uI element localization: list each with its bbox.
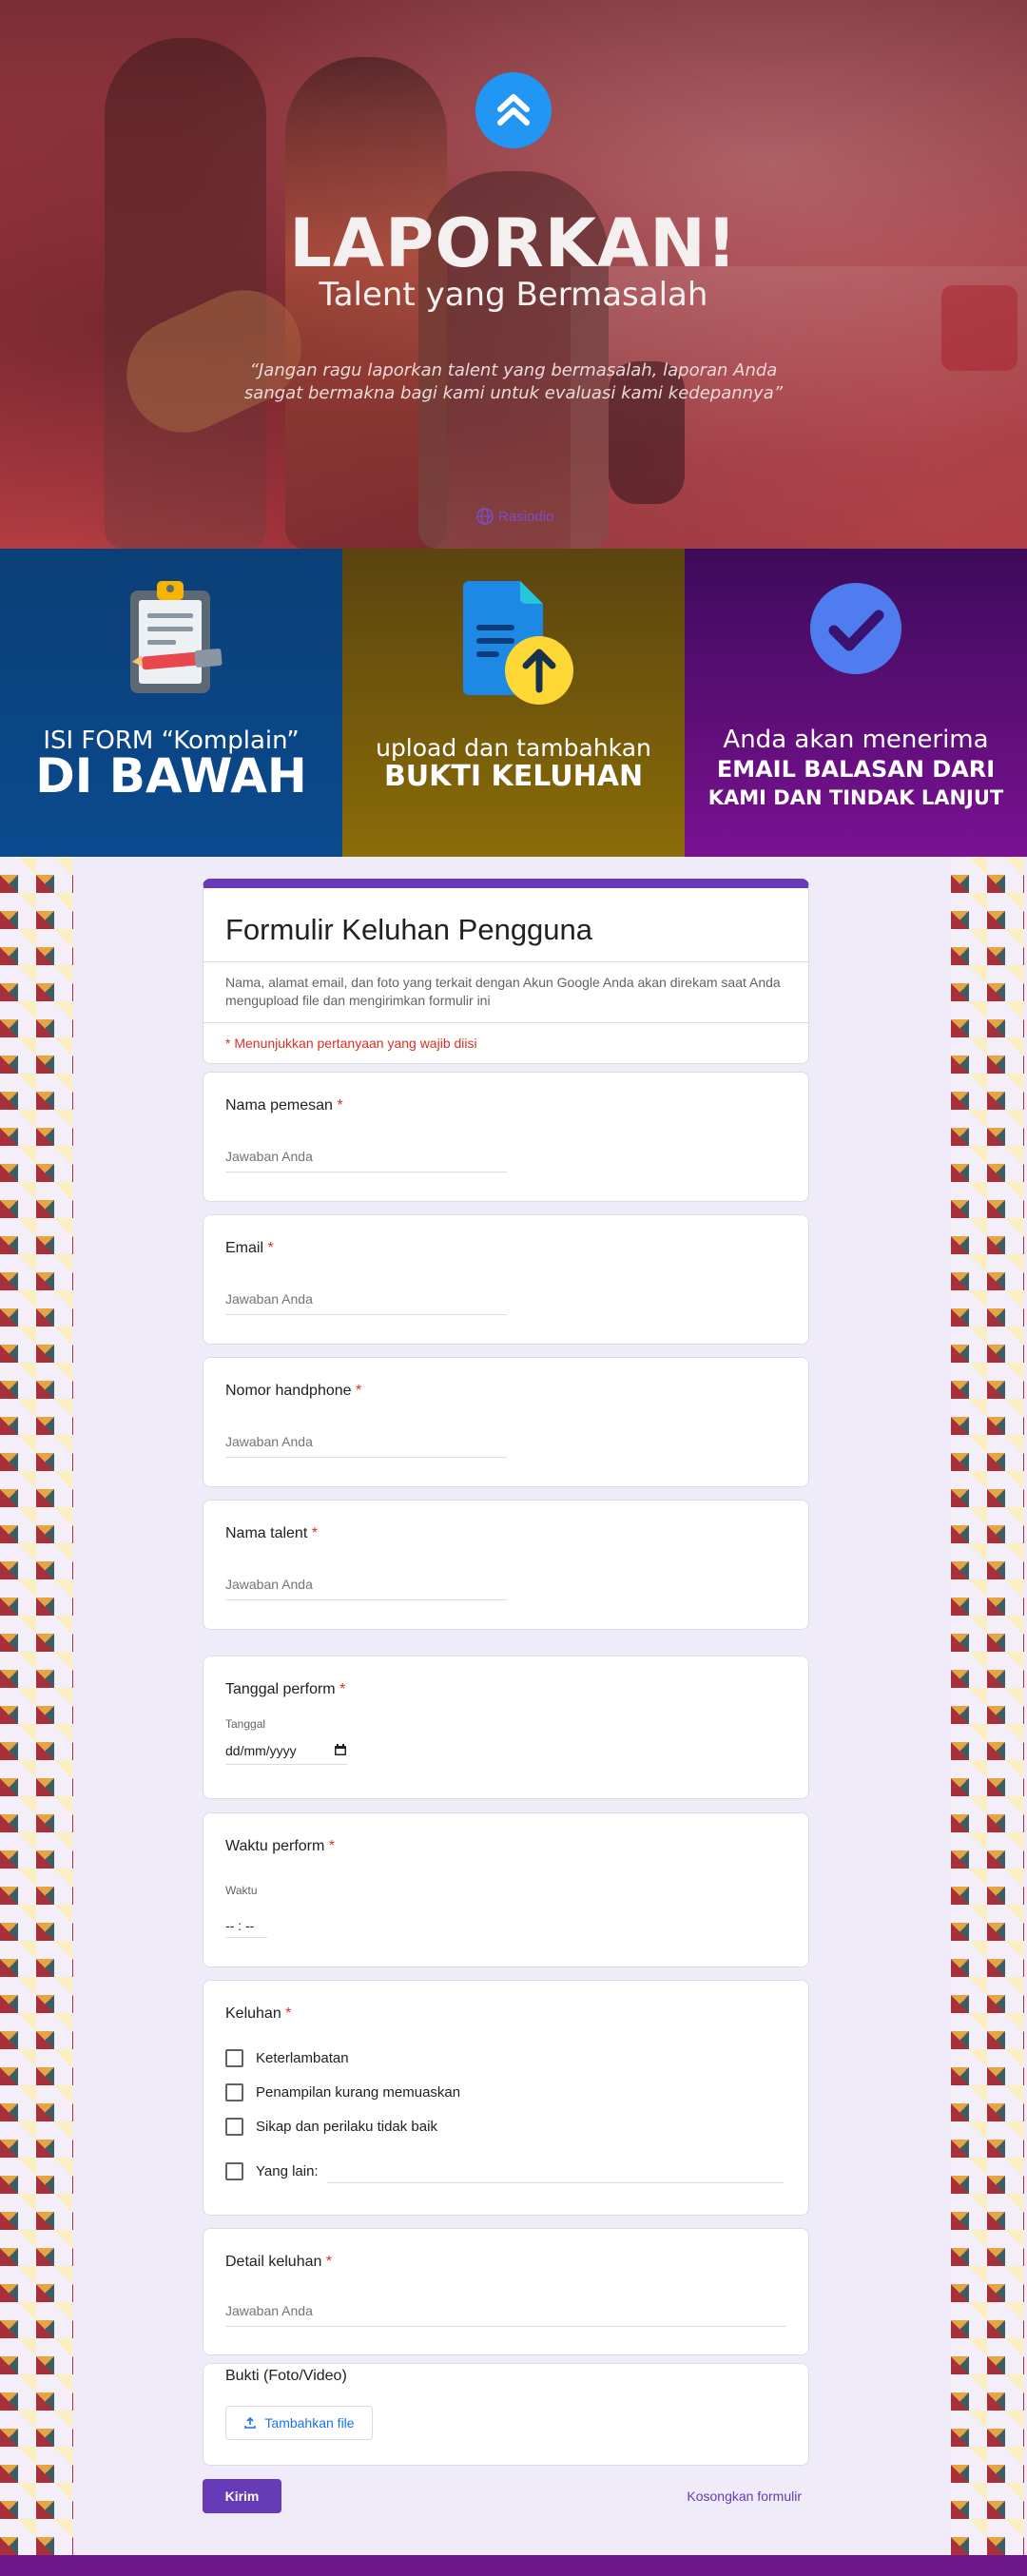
detail-keluhan-input[interactable]: Jawaban Anda xyxy=(225,2303,786,2327)
nomor-handphone-input[interactable]: Jawaban Anda xyxy=(225,1434,507,1458)
question-label: Keluhan * xyxy=(225,2005,292,2022)
upload-icon xyxy=(244,2416,257,2429)
checkbox[interactable] xyxy=(225,2162,243,2180)
checkbox[interactable] xyxy=(225,2083,243,2101)
question-label: Waktu perform * xyxy=(225,1838,336,1854)
steps-strip: ISI FORM “Komplain” DI BAWAH upload dan … xyxy=(0,549,1027,857)
question-label: Nomor handphone * xyxy=(225,1383,362,1399)
step-upload-proof: upload dan tambahkan BUKTI KELUHAN xyxy=(342,549,685,857)
divider xyxy=(203,961,808,962)
question-label: Email * xyxy=(225,1240,274,1256)
clear-form-link[interactable]: Kosongkan formulir xyxy=(678,2489,802,2504)
hero-quote: “Jangan ragu laporkan talent yang bermas… xyxy=(243,360,784,403)
email-input[interactable]: Jawaban Anda xyxy=(225,1291,507,1315)
clipboard-icon xyxy=(130,581,223,693)
double-chevron-up-icon xyxy=(475,72,552,148)
question-label: Bukti (Foto/Video) xyxy=(225,2368,347,2384)
date-input[interactable]: dd/mm/yyyy xyxy=(225,1743,347,1765)
keluhan-option-sikap[interactable]: Sikap dan perilaku tidak baik xyxy=(225,2118,437,2136)
other-text-input[interactable] xyxy=(327,2182,784,2183)
keluhan-option-lainnya[interactable]: Yang lain: xyxy=(225,2162,319,2180)
question-keluhan: Keluhan * Keterlambatan Penampilan kuran… xyxy=(203,1980,809,2216)
time-input[interactable]: -- : -- xyxy=(225,1918,267,1938)
question-label: Tanggal perform * xyxy=(225,1681,346,1697)
hero-title: LAPORKAN! xyxy=(289,204,738,282)
form-description: Nama, alamat email, dan foto yang terkai… xyxy=(225,975,781,1008)
form-title: Formulir Keluhan Pengguna xyxy=(225,913,593,946)
question-tanggal-perform: Tanggal perform * Tanggal dd/mm/yyyy xyxy=(203,1656,809,1799)
decorative-pattern-left xyxy=(0,857,73,2555)
question-detail-keluhan: Detail keluhan * Jawaban Anda xyxy=(203,2228,809,2355)
globe-icon xyxy=(476,508,494,525)
check-circle-icon xyxy=(810,583,901,674)
step2-line2: BUKTI KELUHAN xyxy=(383,760,644,793)
submit-button[interactable]: Kirim xyxy=(203,2479,281,2513)
step-fill-form: ISI FORM “Komplain” DI BAWAH xyxy=(0,549,342,857)
question-bukti: Bukti (Foto/Video) Tambahkan file xyxy=(203,2363,809,2466)
question-label: Detail keluhan * xyxy=(225,2254,333,2270)
date-sublabel: Tanggal xyxy=(225,1717,266,1731)
step2-line1: upload dan tambahkan xyxy=(376,734,651,762)
step3-line3: KAMI DAN TINDAK LANJUT xyxy=(707,786,1004,809)
form-header-card: Formulir Keluhan Pengguna Nama, alamat e… xyxy=(203,879,809,1064)
footer-bar xyxy=(0,2555,1027,2576)
question-nomor-handphone: Nomor handphone * Jawaban Anda xyxy=(203,1357,809,1487)
nama-pemesan-input[interactable]: Jawaban Anda xyxy=(225,1149,507,1172)
time-sublabel: Waktu xyxy=(225,1884,258,1897)
step1-line2: DI BAWAH xyxy=(35,748,307,804)
step3-line1: Anda akan menerima xyxy=(723,726,989,754)
calendar-icon[interactable] xyxy=(334,1743,347,1756)
checkbox[interactable] xyxy=(225,2118,243,2136)
question-nama-talent: Nama talent * Jawaban Anda xyxy=(203,1500,809,1630)
required-note: * Menunjukkan pertanyaan yang wajib diis… xyxy=(225,1036,477,1051)
checkbox[interactable] xyxy=(225,2049,243,2067)
hero-subtitle: Talent yang Bermasalah xyxy=(319,276,708,314)
brand-watermark: Rasiodio xyxy=(475,507,553,526)
question-label: Nama talent * xyxy=(225,1525,318,1541)
question-nama-pemesan: Nama pemesan * Jawaban Anda xyxy=(203,1072,809,1202)
keluhan-option-keterlambatan[interactable]: Keterlambatan xyxy=(225,2049,349,2067)
keluhan-option-penampilan[interactable]: Penampilan kurang memuaskan xyxy=(225,2083,460,2101)
step3-line2: EMAIL BALASAN DARI xyxy=(716,756,996,783)
question-waktu-perform: Waktu perform * Waktu -- : -- xyxy=(203,1812,809,1967)
file-upload-icon xyxy=(463,581,573,705)
brand-name: Rasiodio xyxy=(498,508,554,525)
add-file-button[interactable]: Tambahkan file xyxy=(225,2406,373,2440)
divider xyxy=(203,1022,808,1023)
hero-banner: LAPORKAN! Talent yang Bermasalah “Jangan… xyxy=(0,0,1027,549)
nama-talent-input[interactable]: Jawaban Anda xyxy=(225,1577,507,1600)
step-email-reply: Anda akan menerima EMAIL BALASAN DARI KA… xyxy=(685,549,1027,857)
question-email: Email * Jawaban Anda xyxy=(203,1214,809,1345)
question-label: Nama pemesan * xyxy=(225,1097,343,1114)
decorative-pattern-right xyxy=(951,857,1024,2555)
